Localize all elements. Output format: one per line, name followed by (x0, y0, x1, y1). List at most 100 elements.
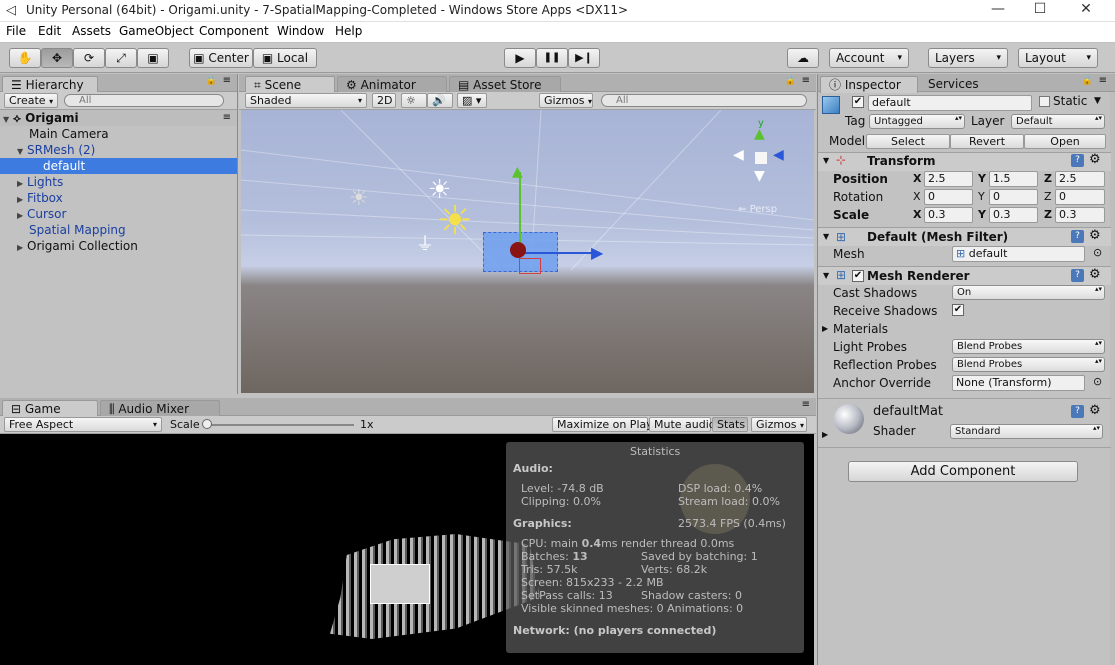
model-revert-button[interactable]: Revert (950, 134, 1024, 149)
persp-label[interactable]: ⇐ Persp (738, 204, 777, 215)
effects-dropdown-icon[interactable]: ▨ ▾ (457, 93, 487, 108)
hierarchy-search-input[interactable]: All (64, 94, 224, 107)
menu-gameobject[interactable]: GameObject (119, 24, 194, 38)
chevron-down-icon[interactable]: ▼ (1094, 96, 1101, 106)
light-probes-dropdown[interactable]: Blend Probes (952, 339, 1105, 354)
gizmos-dropdown[interactable]: Gizmos ▾ (539, 93, 593, 108)
panel-menu-icon[interactable]: ≡ (802, 75, 810, 86)
rect-tool-button[interactable]: ▣ (137, 48, 169, 68)
shader-dropdown[interactable]: Standard (950, 424, 1103, 439)
play-button[interactable]: ▶ (504, 48, 536, 68)
gear-icon[interactable]: ⚙ (1089, 267, 1101, 282)
step-button[interactable]: ▶❙ (568, 48, 600, 68)
panel-menu-icon[interactable]: ≡ (1099, 75, 1107, 86)
game-gizmos-dropdown[interactable]: Gizmos ▾ (751, 417, 807, 432)
hierarchy-item-origami-collection[interactable]: ▶ Origami Collection (0, 238, 237, 254)
menu-assets[interactable]: Assets (72, 24, 111, 38)
expand-down-icon[interactable]: ▼ (823, 271, 829, 280)
move-tool-button[interactable]: ✥ (41, 48, 73, 68)
help-icon[interactable]: ? (1071, 154, 1084, 167)
row-menu-icon[interactable]: ≡ (223, 110, 231, 126)
position-y-field[interactable]: 1.5 (989, 171, 1038, 187)
shading-mode-dropdown[interactable]: Shaded ▾ (245, 93, 367, 108)
hierarchy-item-lights[interactable]: ▶ Lights (0, 174, 237, 190)
gear-icon[interactable]: ⚙ (1089, 152, 1101, 167)
tab-animator[interactable]: ⚙ Animator (337, 76, 447, 93)
menu-window[interactable]: Window (277, 24, 324, 38)
orientation-y-cone-icon[interactable]: ▲ (754, 126, 765, 142)
pause-button[interactable]: ❚❚ (536, 48, 568, 68)
scene-viewport[interactable]: ☀ ☀ ☀ ⏚ ▲ ▶ y ▲ ▼ ◀ ◀ ⇐ Persp (241, 110, 814, 393)
position-x-field[interactable]: 2.5 (924, 171, 973, 187)
hierarchy-item-srmesh[interactable]: ▼ SRMesh (2) (0, 142, 237, 158)
cloud-icon[interactable]: ☁ (787, 48, 819, 68)
lock-icon[interactable]: 🔒 (1082, 76, 1093, 86)
cast-shadows-dropdown[interactable]: On (952, 285, 1105, 300)
object-picker-icon[interactable]: ⊙ (1093, 246, 1102, 259)
orientation-x-cone-icon[interactable]: ◀ (773, 147, 784, 163)
2d-toggle[interactable]: 2D (372, 93, 396, 108)
light-sun-icon[interactable]: ☀ (349, 186, 369, 211)
mesh-renderer-enabled-checkbox[interactable]: ✔ (852, 270, 864, 282)
receive-shadows-checkbox[interactable]: ✔ (952, 304, 964, 316)
gizmo-y-axis[interactable] (519, 172, 521, 252)
transform-header[interactable] (818, 152, 1111, 171)
panel-menu-icon[interactable]: ≡ (802, 399, 810, 410)
hierarchy-item-fitbox[interactable]: ▶ Fitbox (0, 190, 237, 206)
model-select-button[interactable]: Select (866, 134, 950, 149)
aspect-dropdown[interactable]: Free Aspect ▾ (4, 417, 162, 432)
expand-down-icon[interactable]: ▼ (823, 156, 829, 165)
layers-dropdown[interactable]: Layers ▾ (928, 48, 1008, 68)
active-checkbox[interactable]: ✔ (852, 96, 864, 108)
game-viewport[interactable]: Statistics Audio: Level: -74.8 dB DSP lo… (0, 434, 814, 665)
menu-edit[interactable]: Edit (38, 24, 61, 38)
gizmo-center[interactable] (510, 242, 526, 258)
maximize-on-play-toggle[interactable]: Maximize on Play (552, 417, 653, 432)
gear-icon[interactable]: ⚙ (1089, 228, 1101, 243)
tab-hierarchy[interactable]: ☰ Hierarchy (2, 76, 98, 93)
account-dropdown[interactable]: Account ▾ (829, 48, 909, 68)
reflection-probes-dropdown[interactable]: Blend Probes (952, 357, 1105, 372)
expand-right-icon[interactable]: ▶ (822, 430, 828, 439)
orientation-left-cone-icon[interactable]: ◀ (733, 147, 744, 163)
position-z-field[interactable]: 2.5 (1055, 171, 1105, 187)
expand-right-icon[interactable]: ▶ (822, 324, 828, 333)
rotation-x-field[interactable]: 0 (924, 189, 973, 205)
layout-dropdown[interactable]: Layout ▾ (1018, 48, 1098, 68)
space-local-button[interactable]: ▣ Local (253, 48, 317, 68)
rotation-z-field[interactable]: 0 (1055, 189, 1105, 205)
pivot-center-button[interactable]: ▣ Center (189, 48, 253, 68)
minimize-button[interactable]: — (975, 0, 1021, 20)
panel-menu-icon[interactable]: ≡ (223, 75, 231, 86)
scene-search-input[interactable]: All (601, 94, 807, 107)
orientation-center-cube[interactable] (755, 152, 767, 164)
anchor-override-field[interactable]: None (Transform) (952, 375, 1085, 391)
gear-icon[interactable]: ⚙ (1089, 403, 1101, 418)
lock-icon[interactable]: 🔒 (785, 76, 796, 86)
lock-icon[interactable]: 🔒 (206, 76, 217, 86)
menu-file[interactable]: File (6, 24, 26, 38)
scale-tool-button[interactable]: ⤢ (105, 48, 137, 68)
help-icon[interactable]: ? (1071, 230, 1084, 243)
hierarchy-item-main-camera[interactable]: Main Camera (0, 126, 237, 142)
tab-audio-mixer[interactable]: ⫼ Audio Mixer (100, 400, 220, 417)
object-picker-icon[interactable]: ⊙ (1093, 375, 1102, 388)
camera-icon[interactable]: ⏚ (416, 230, 434, 256)
hand-tool-button[interactable]: ✋ (9, 48, 41, 68)
close-button[interactable]: ✕ (1063, 0, 1109, 20)
gameobject-name-field[interactable]: default (868, 95, 1032, 111)
scale-slider-thumb[interactable] (202, 419, 212, 429)
maximize-button[interactable]: ☐ (1017, 0, 1063, 20)
scale-x-field[interactable]: 0.3 (924, 207, 973, 223)
add-component-button[interactable]: Add Component (848, 461, 1078, 482)
light-sun-icon[interactable]: ☀ (437, 198, 473, 244)
gizmo-y-arrow-icon[interactable]: ▲ (512, 164, 523, 180)
materials-label[interactable]: Materials (833, 321, 888, 337)
help-icon[interactable]: ? (1071, 269, 1084, 282)
hierarchy-item-cursor[interactable]: ▶ Cursor (0, 206, 237, 222)
tab-scene[interactable]: ⌗ Scene (245, 76, 335, 93)
tab-services[interactable]: Services (920, 76, 990, 93)
expand-down-icon[interactable]: ▼ (823, 232, 829, 241)
help-icon[interactable]: ? (1071, 405, 1084, 418)
rotate-tool-button[interactable]: ⟳ (73, 48, 105, 68)
